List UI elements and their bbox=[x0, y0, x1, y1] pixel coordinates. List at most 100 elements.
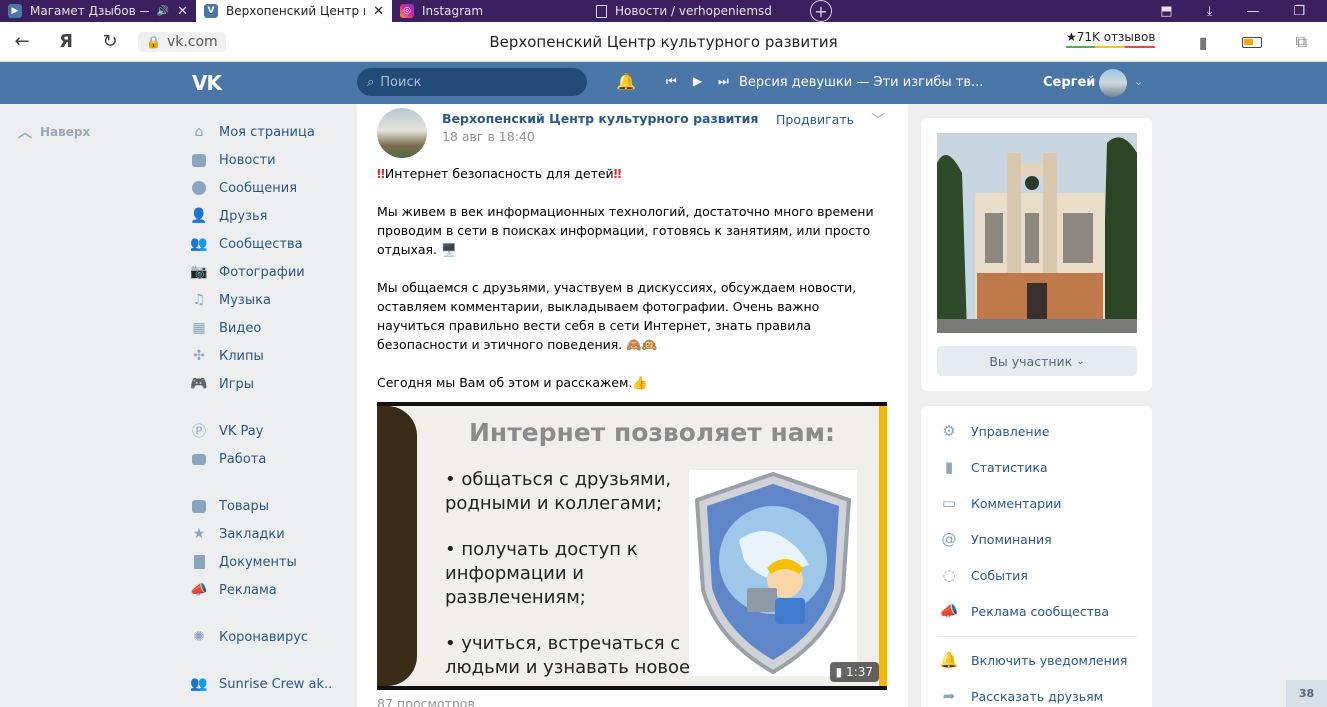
scroll-to-top-label: Наверх bbox=[40, 125, 91, 139]
window-controls: ⬒ ⤓ — ❐ bbox=[1160, 0, 1327, 22]
community-cover-card: Вы участник ⌄ bbox=[921, 118, 1152, 391]
browser-tab-4[interactable]: Новости / verhopeniemsd bbox=[588, 0, 796, 22]
member-button-label: Вы участник bbox=[989, 353, 1073, 369]
action-manage[interactable]: ⚙ Управление bbox=[939, 422, 1049, 440]
chevron-down-icon[interactable]: ﹀ bbox=[871, 110, 885, 130]
post-date[interactable]: 18 авг в 18:40 bbox=[442, 129, 535, 144]
menu-item-news[interactable]: Новости bbox=[190, 146, 350, 174]
browser-tab-2[interactable]: V Верхопенский Центр к ✕ bbox=[196, 0, 392, 22]
bag-icon bbox=[190, 497, 208, 515]
address-bar: ← Я ↻ 🔒 vk.com Верхопенский Центр культу… bbox=[0, 22, 1327, 62]
tab-title: Верхопенский Центр к bbox=[226, 4, 366, 18]
menu-item-my-page[interactable]: ⌂ Моя страница bbox=[190, 118, 350, 146]
menu-item-ads[interactable]: 📣 Реклама bbox=[190, 576, 350, 604]
close-icon[interactable]: ✕ bbox=[177, 4, 188, 19]
menu-label: VK Pay bbox=[219, 423, 264, 439]
scroll-to-top[interactable]: ︿ Наверх bbox=[18, 122, 90, 142]
volume-bars-icon: ▮ bbox=[835, 665, 843, 679]
menu-item-messages[interactable]: Сообщения bbox=[190, 174, 350, 202]
vk-logo[interactable]: VK bbox=[192, 71, 222, 95]
friends-icon: 👤 bbox=[190, 208, 208, 224]
menu-item-goods[interactable]: Товары bbox=[190, 492, 350, 520]
member-button[interactable]: Вы участник ⌄ bbox=[937, 346, 1137, 376]
post-paragraph: Мы живем в век информационных технологий… bbox=[377, 204, 874, 257]
action-label: События bbox=[971, 567, 1028, 583]
menu-item-documents[interactable]: Документы bbox=[190, 548, 350, 576]
menu-item-vkpay[interactable]: Ⓟ VK Pay bbox=[190, 417, 350, 445]
page-icon bbox=[596, 4, 607, 18]
action-stats[interactable]: ▮ Статистика bbox=[939, 458, 1048, 476]
menu-label: Реклама bbox=[219, 582, 277, 598]
action-notifications[interactable]: 🔔 Включить уведомления bbox=[939, 651, 1128, 669]
menu-label: Сообщения bbox=[219, 180, 298, 196]
left-menu: ⌂ Моя страница Новости Сообщения 👤 Друзья … bbox=[190, 118, 350, 698]
community-avatar[interactable] bbox=[377, 108, 427, 158]
menu-item-games[interactable]: 🎮 Игры bbox=[190, 370, 350, 398]
megaphone-icon: 📣 bbox=[939, 602, 959, 620]
bookmark-icon[interactable]: ⬒ bbox=[1160, 4, 1172, 19]
battery-icon[interactable] bbox=[1241, 36, 1262, 48]
video-player[interactable]: Интернет позволяет нам: • общаться с дру… bbox=[377, 402, 887, 690]
menu-item-clips[interactable]: ✣ Клипы bbox=[190, 342, 350, 370]
reload-icon[interactable]: ↻ bbox=[88, 31, 132, 52]
download-icon[interactable]: ⤓ bbox=[1207, 4, 1213, 19]
shield-illustration bbox=[689, 470, 857, 676]
action-label: Реклама сообщества bbox=[971, 603, 1110, 619]
action-ads[interactable]: 📣 Реклама сообщества bbox=[939, 602, 1109, 620]
menu-item-music[interactable]: ♫ Музыка bbox=[190, 286, 350, 314]
menu-item-coronavirus[interactable]: ✺ Коронавирус bbox=[190, 623, 350, 651]
megaphone-icon: 📣 bbox=[190, 582, 208, 598]
yandex-icon[interactable]: Я bbox=[44, 31, 88, 52]
previous-track-icon[interactable]: ⏮ bbox=[666, 74, 677, 89]
notifications-bell-icon[interactable]: 🔔 bbox=[616, 72, 636, 91]
search-icon: ⌕ bbox=[367, 74, 375, 90]
post-paragraph: Мы общаемся с друзьями, участвуем в диск… bbox=[377, 280, 857, 352]
menu-item-video[interactable]: ▦ Видео bbox=[190, 314, 350, 342]
browser-tab-1[interactable]: ▶ Магамет Дзыбов — 🔊 ✕ bbox=[0, 0, 196, 22]
menu-label: Моя страница bbox=[219, 124, 315, 140]
browser-tab-3[interactable]: ◎ Instagram bbox=[392, 0, 588, 22]
bookmark-flag-icon[interactable]: ▮ bbox=[1199, 33, 1208, 52]
menu-item-photos[interactable]: 📷 Фотографии bbox=[190, 258, 350, 286]
url-field[interactable]: 🔒 vk.com bbox=[138, 31, 226, 52]
menu-label: Сообщества bbox=[219, 236, 303, 252]
restore-icon[interactable]: ❐ bbox=[1293, 4, 1305, 19]
vk-icon: V bbox=[204, 4, 218, 18]
duration-text: 1:37 bbox=[846, 665, 873, 679]
slide-item: • получать доступ к информации и развлеч… bbox=[445, 539, 638, 608]
at-icon: @ bbox=[941, 530, 957, 548]
action-comments[interactable]: ▭ Комментарии bbox=[939, 494, 1061, 512]
reviews-badge[interactable]: ★71K отзывов bbox=[1066, 30, 1156, 48]
divider bbox=[937, 636, 1137, 637]
promote-button[interactable]: Продвигать bbox=[776, 112, 854, 127]
slide-item: • общаться с друзьями, родными и коллега… bbox=[445, 469, 672, 514]
next-track-icon[interactable]: ⏭ bbox=[718, 74, 729, 89]
avatar[interactable] bbox=[1099, 69, 1127, 97]
post-author[interactable]: Верхопенский Центр культурного развития bbox=[442, 111, 758, 126]
action-events[interactable]: ◌ События bbox=[939, 566, 1028, 584]
action-mentions[interactable]: @ Упоминания bbox=[939, 530, 1052, 548]
browser-tab-strip: ▶ Магамет Дзыбов — 🔊 ✕ V Верхопенский Це… bbox=[0, 0, 1327, 22]
current-track[interactable]: Версия девушки — Эти изгибы тв... bbox=[739, 75, 983, 90]
briefcase-icon bbox=[190, 450, 208, 468]
speaker-icon[interactable]: 🔊 bbox=[157, 6, 169, 17]
user-name[interactable]: Сергей bbox=[1043, 75, 1095, 90]
play-icon[interactable]: ▶ bbox=[693, 74, 702, 89]
new-tab-button[interactable]: + bbox=[810, 0, 832, 22]
tab-title: Магамет Дзыбов — bbox=[30, 4, 149, 18]
menu-item-groups[interactable]: 👥 Сообщества bbox=[190, 230, 350, 258]
menu-item-bookmarks[interactable]: ★ Закладки bbox=[190, 520, 350, 548]
back-icon[interactable]: ← bbox=[0, 31, 44, 52]
menu-item-work[interactable]: Работа bbox=[190, 445, 350, 473]
menu-item-community[interactable]: 👥 Sunrise Crew ak.. bbox=[190, 670, 350, 698]
vkpay-icon: Ⓟ bbox=[192, 424, 206, 440]
chevron-down-icon[interactable]: ⌄ bbox=[1134, 75, 1143, 88]
action-share[interactable]: ➦ Рассказать друзьям bbox=[939, 687, 1103, 705]
minimize-icon[interactable]: — bbox=[1246, 4, 1259, 19]
menu-item-friends[interactable]: 👤 Друзья bbox=[190, 202, 350, 230]
community-photo[interactable] bbox=[937, 133, 1137, 333]
close-icon[interactable]: ✕ bbox=[373, 4, 384, 19]
extensions-icon[interactable]: ⧉ bbox=[1296, 32, 1307, 52]
chat-counter-badge[interactable]: 38 bbox=[1286, 680, 1327, 707]
search-input[interactable]: ⌕ Поиск bbox=[357, 68, 587, 96]
